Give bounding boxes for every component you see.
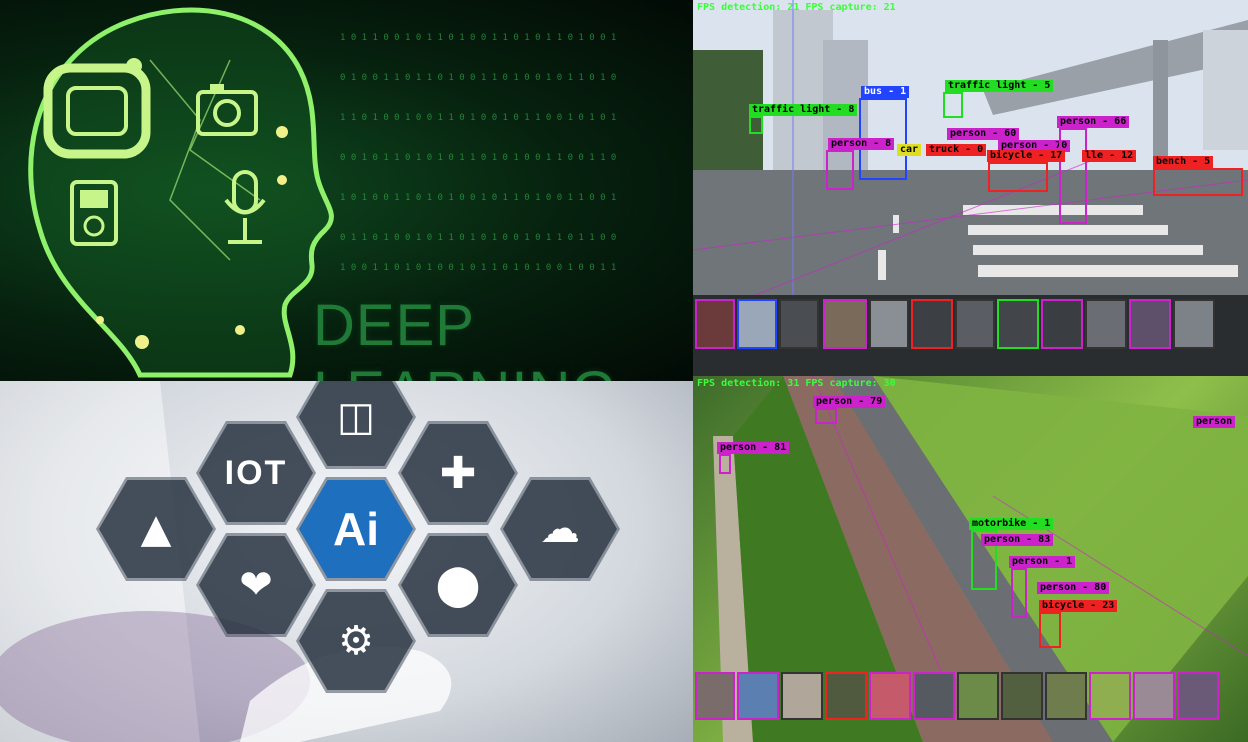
street-detection-panel: FPS detection: 21 FPS capture: 21 traffi…	[693, 0, 1248, 376]
detection-label: person - 60	[947, 128, 1020, 140]
tracking-thumbnail	[1041, 299, 1083, 349]
tracking-thumbnail	[1133, 672, 1175, 720]
detection-box	[1011, 568, 1027, 618]
medical-shield-icon: ✚	[439, 447, 477, 499]
detection-box	[749, 116, 763, 134]
detection-label: person - 66	[1057, 116, 1130, 128]
detection-box	[1153, 168, 1243, 196]
graduation-cap-icon: ▲	[140, 506, 172, 552]
tracking-thumbnail	[869, 299, 909, 349]
tracking-thumbnail	[823, 299, 867, 349]
detection-label: person	[1193, 416, 1236, 428]
detection-label: car	[897, 144, 922, 156]
cloud-upload-icon: ☁	[540, 506, 580, 552]
collage: 1 0 1 1 0 0 1 0 1 1 0 1 0 0 1 1 0 1 0 1 …	[0, 0, 1248, 742]
fps-readout: FPS detection: 21 FPS capture: 21	[697, 2, 896, 13]
fps-readout: FPS detection: 31 FPS capture: 30	[697, 378, 896, 389]
ai-label: Ai	[333, 503, 379, 555]
detection-label: bus - 1	[861, 86, 910, 98]
apple-heart-icon: ❤	[239, 562, 273, 608]
detection-label: person - 80	[1037, 582, 1110, 594]
tracking-thumbnail	[781, 672, 823, 720]
detection-box	[826, 150, 854, 190]
tracking-thumbnail	[737, 672, 779, 720]
detection-box	[1059, 128, 1087, 224]
tracking-thumbnail	[911, 299, 953, 349]
detection-box	[815, 408, 837, 424]
svg-text:0 1 0 0 1 1 0 1 1 0 1 0 0 1 1: 0 1 0 0 1 1 0 1 1 0 1 0 0 1 1 0 1 0 0 1 …	[340, 73, 616, 83]
svg-text:1 0 1 1 0 0 1 0 1 1 0 1 0 0 1: 1 0 1 1 0 0 1 0 1 1 0 1 0 0 1 1 0 1 0 1 …	[340, 33, 616, 43]
detection-label: traffic light - 8	[749, 104, 858, 116]
detection-label: person - 83	[981, 534, 1054, 546]
detection-label: bicycle - 17	[987, 150, 1066, 162]
tracking-thumbnail	[1045, 672, 1087, 720]
detection-label: motorbike - 1	[969, 518, 1054, 530]
iot-label: IOT	[224, 453, 288, 492]
svg-text:0 0 1 0 1 1 0 1 0 1 0 1 1 0 1: 0 0 1 0 1 1 0 1 0 1 0 1 1 0 1 0 1 0 0 1 …	[340, 153, 616, 163]
database-icon: ◫	[337, 394, 375, 440]
detection-label: traffic light - 5	[945, 80, 1054, 92]
tracking-thumbnail	[1085, 299, 1127, 349]
tracking-thumbnail	[1001, 672, 1043, 720]
svg-text:0 1 1 0 1 0 0 1 0 1 1 0 1 0 1: 0 1 1 0 1 0 0 1 0 1 1 0 1 0 1 0 0 1 0 1 …	[340, 233, 616, 243]
svg-text:1 1 0 1 0 0 1 0 0 1 1 0 1 0 0: 1 1 0 1 0 0 1 0 0 1 1 0 1 0 0 1 0 1 1 0 …	[340, 113, 616, 123]
pills-icon: ⬤	[435, 562, 481, 608]
detection-label: bench - 5	[1153, 156, 1214, 168]
detection-box	[719, 454, 731, 474]
detection-label: lle - 12	[1082, 150, 1137, 162]
tracking-thumbnail	[695, 672, 735, 720]
tracking-thumbnail	[1129, 299, 1171, 349]
detection-label: bicycle - 23	[1039, 600, 1118, 612]
tracking-thumbnail	[913, 672, 955, 720]
tracking-thumbnail	[869, 672, 911, 720]
tracking-thumbnail	[1173, 299, 1215, 349]
tracking-thumbnail	[957, 672, 999, 720]
detection-box	[1039, 612, 1061, 648]
detection-label: person - 81	[717, 442, 790, 454]
detection-box	[988, 162, 1048, 192]
detection-label: person - 1	[1009, 556, 1076, 568]
deep-learning-panel: 1 0 1 1 0 0 1 0 1 1 0 1 0 0 1 1 0 1 0 1 …	[0, 0, 693, 381]
detection-label: person - 8	[828, 138, 895, 150]
tracking-thumbnail	[825, 672, 867, 720]
laptop-gears-icon: ⚙	[338, 618, 374, 664]
tracking-thumbnail	[737, 299, 777, 349]
svg-text:1 0 1 0 0 1 1 0 1 0 1 0 0 1 0: 1 0 1 0 0 1 1 0 1 0 1 0 0 1 0 1 1 0 1 0 …	[340, 193, 616, 203]
park-detection-panel: FPS detection: 31 FPS capture: 30 person…	[693, 376, 1248, 742]
svg-text:1 0 0 1 1 0 1 0 1 0 0 1 0 1 1: 1 0 0 1 1 0 1 0 1 0 0 1 0 1 1 0 1 0 1 0 …	[340, 263, 616, 273]
ai-healthcare-panel: ◫ IOT ✚ ▲ Ai ☁ ❤ ⬤ ⚙	[0, 381, 693, 742]
detection-label: person - 79	[813, 396, 886, 408]
tracking-thumbnail	[779, 299, 819, 349]
deep-learning-title: DEEP LEARNING	[313, 293, 617, 381]
tracking-thumbnail	[997, 299, 1039, 349]
tracking-thumbnail	[1089, 672, 1131, 720]
tracking-thumbnail	[955, 299, 995, 349]
detection-box	[943, 92, 963, 118]
detection-label: truck - 0	[926, 144, 987, 156]
tracking-thumbnail	[695, 299, 735, 349]
tracking-thumbnail	[1177, 672, 1219, 720]
